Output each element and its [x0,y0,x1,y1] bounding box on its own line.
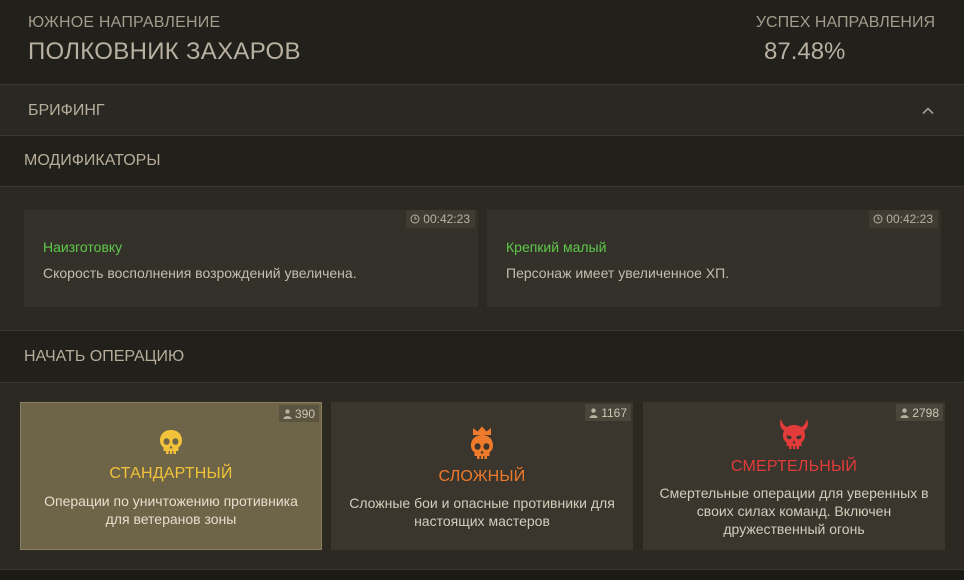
bottom-strip [0,570,964,580]
modifier-name: Крепкий малый [506,239,607,255]
demon-skull-icon [780,419,808,449]
operation-title: СТАНДАРТНЫЙ [109,465,233,482]
player-count: 390 [278,405,319,422]
crowned-skull-icon [471,426,493,459]
modifier-description: Скорость восполнения возрождений увеличе… [43,265,357,281]
operation-title: СЛОЖНЫЙ [438,468,526,485]
operation-deadly-card[interactable]: 2798 СМЕРТЕЛЬНЫЙ Смертельные операции дл… [643,402,945,550]
operation-description: Операции по уничтожению противника для в… [44,493,298,527]
operation-description: Смертельные операции для уверенных в сво… [659,485,929,537]
modifier-timer-value: 00:42:23 [886,212,933,226]
commander-name: ПОЛКОВНИК ЗАХАРОВ [28,38,301,65]
success-label: УСПЕХ НАПРАВЛЕНИЯ [755,14,935,31]
operation-hard-card[interactable]: 1167 СЛОЖНЫЙ Сложные бои и опасные проти… [331,402,633,550]
player-count-value: 390 [294,406,315,421]
direction-header: ЮЖНОЕ НАПРАВЛЕНИЕ ПОЛКОВНИК ЗАХАРОВ УСПЕ… [0,0,964,85]
chevron-up-icon[interactable] [922,105,934,117]
modifier-name: Наизготовку [43,239,123,255]
person-icon [283,408,292,419]
player-count-value: 1167 [601,405,627,420]
modifier-timer-value: 00:42:23 [423,212,470,226]
modifier-card: 00:42:23 Наизготовку Скорость восполнени… [24,210,478,307]
start-operation-header: НАЧАТЬ ОПЕРАЦИЮ [0,331,964,383]
clock-icon [873,214,883,224]
modifiers-list: 00:42:23 Наизготовку Скорость восполнени… [0,187,964,331]
briefing-title: БРИФИНГ [28,102,105,119]
operation-standard-card[interactable]: 390 СТАНДАРТНЫЙ Операции по уничтожению … [20,402,322,550]
operation-title: СМЕРТЕЛЬНЫЙ [730,458,858,475]
direction-label: ЮЖНОЕ НАПРАВЛЕНИЕ [28,14,221,31]
person-icon [589,407,598,418]
operation-description: Сложные бои и опасные противники для нас… [349,495,615,529]
modifiers-title: МОДИФИКАТОРЫ [24,152,161,169]
player-count: 1167 [585,404,631,421]
modifier-card: 00:42:23 Крепкий малый Персонаж имеет ув… [487,210,941,307]
success-value: 87.48% [764,38,846,65]
skull-icon [160,430,182,454]
clock-icon [410,214,420,224]
modifier-timer: 00:42:23 [869,210,938,228]
modifiers-section-header: МОДИФИКАТОРЫ [0,136,964,187]
modifier-description: Персонаж имеет увеличенное ХП. [506,265,730,281]
briefing-section-header[interactable]: БРИФИНГ [0,85,964,136]
person-icon [900,407,909,418]
player-count: 2798 [896,404,943,421]
modifier-timer: 00:42:23 [406,210,475,228]
player-count-value: 2798 [912,405,939,420]
operations-list: 390 СТАНДАРТНЫЙ Операции по уничтожению … [0,383,964,570]
start-operation-title: НАЧАТЬ ОПЕРАЦИЮ [24,348,185,365]
